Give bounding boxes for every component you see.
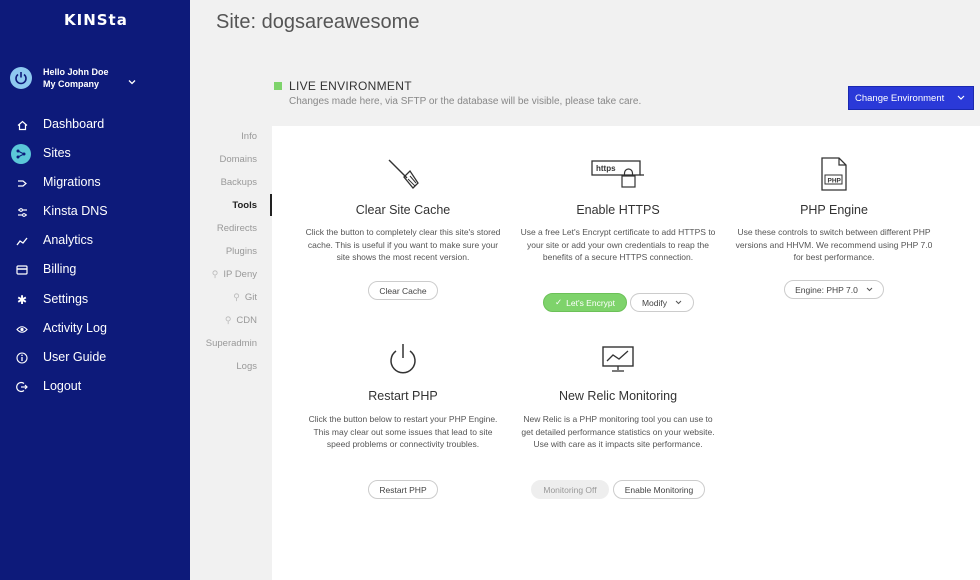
sidebar-item-dashboard[interactable]: Dashboard	[0, 114, 190, 136]
wrench-icon: ⚲	[211, 269, 219, 279]
tool-title: PHP Engine	[800, 203, 868, 217]
modify-label: Modify	[641, 297, 668, 308]
dns-icon	[15, 205, 29, 219]
wrench-icon: ⚲	[233, 292, 240, 302]
subnav-item-redirects[interactable]: Redirects	[217, 223, 257, 234]
analytics-icon	[15, 234, 29, 248]
subnav-item-plugins[interactable]: Plugins	[226, 246, 257, 257]
monitoring-off-button[interactable]: Monitoring Off	[531, 480, 609, 499]
sidebar-item-analytics[interactable]: Analytics	[0, 230, 190, 252]
subnav-item-tools[interactable]: Tools	[232, 200, 257, 211]
sidebar-item-label: Analytics	[43, 233, 94, 247]
tool-description: Use a free Let's Encrypt certificate to …	[520, 227, 716, 262]
gear-icon: ✱	[16, 293, 28, 307]
subnav-item-label: IP Deny	[223, 269, 257, 280]
live-status-indicator	[274, 82, 282, 90]
https-icon-text: https	[596, 164, 616, 173]
power-avatar-icon	[10, 67, 32, 89]
sidebar-item-label: Dashboard	[43, 117, 105, 131]
wrench-icon: ⚲	[224, 315, 232, 325]
tool-title: Enable HTTPS	[576, 203, 660, 217]
tool-title: New Relic Monitoring	[558, 389, 678, 403]
user-menu[interactable]: Hello John Doe My Company	[10, 66, 180, 92]
tools-panel: Clear Site Cache Click the button to com…	[272, 126, 980, 580]
subnav-item-backups[interactable]: Backups	[221, 177, 257, 188]
info-icon	[15, 351, 29, 365]
sidebar: KINSta Hello John Doe My Company Dashboa…	[0, 0, 190, 580]
subnav-item-cdn[interactable]: ⚲ CDN	[225, 315, 257, 326]
migrations-icon	[15, 176, 29, 190]
checkmark-icon: ✓	[555, 297, 563, 307]
sidebar-item-activity-log[interactable]: Activity Log	[0, 318, 190, 340]
change-environment-label: Change Environment	[855, 93, 945, 104]
sidebar-item-logout[interactable]: Logout	[0, 376, 190, 398]
chevron-down-icon	[866, 287, 873, 292]
chevron-down-icon	[675, 300, 682, 305]
tool-description: New Relic is a PHP monitoring tool you c…	[521, 414, 715, 449]
sites-icon	[11, 144, 31, 164]
subnav-item-logs[interactable]: Logs	[236, 361, 257, 372]
sidebar-item-label: Kinsta DNS	[43, 204, 108, 218]
tool-title: Clear Site Cache	[355, 203, 451, 217]
sidebar-item-label: Settings	[43, 292, 89, 306]
user-name: Hello John Doe	[43, 67, 109, 77]
sidebar-item-label: Logout	[43, 379, 82, 393]
subnav-item-superadmin[interactable]: Superadmin	[206, 338, 257, 349]
home-icon	[15, 118, 29, 132]
tool-description: Use these controls to switch between dif…	[735, 227, 933, 262]
restart-php-button[interactable]: Restart PHP	[368, 480, 438, 499]
php-engine-select[interactable]: Engine: PHP 7.0	[784, 280, 884, 299]
page-title: Site: dogsareawesome	[216, 11, 420, 33]
broom-icon	[303, 157, 503, 197]
subnav-item-ip-deny[interactable]: ⚲ IP Deny	[212, 269, 257, 280]
environment-title: LIVE ENVIRONMENT	[289, 79, 412, 93]
kinsta-logo[interactable]: KINSta	[64, 11, 128, 29]
enable-monitoring-button[interactable]: Enable Monitoring	[613, 480, 705, 499]
php-icon-text: PHP	[828, 178, 842, 185]
clear-cache-button[interactable]: Clear Cache	[368, 281, 438, 300]
user-company: My Company	[43, 79, 100, 89]
sidebar-item-migrations[interactable]: Migrations	[0, 172, 190, 194]
change-environment-button[interactable]: Change Environment	[848, 86, 974, 110]
sidebar-item-label: Migrations	[43, 175, 101, 189]
monitor-chart-icon	[518, 345, 718, 385]
tool-title: Restart PHP	[368, 389, 438, 403]
sidebar-item-label: Activity Log	[43, 321, 107, 335]
lets-encrypt-button[interactable]: ✓ Let's Encrypt	[543, 293, 627, 312]
subnav-item-git[interactable]: ⚲ Git	[233, 292, 257, 303]
subnav-item-domains[interactable]: Domains	[220, 154, 258, 165]
power-icon	[303, 343, 503, 383]
chevron-down-icon[interactable]	[128, 78, 136, 86]
php-engine-value: Engine: PHP 7.0	[795, 284, 858, 295]
environment-description: Changes made here, via SFTP or the datab…	[289, 96, 642, 107]
modify-https-button[interactable]: Modify	[630, 293, 694, 312]
eye-icon	[15, 322, 29, 336]
sidebar-item-user-guide[interactable]: User Guide	[0, 347, 190, 369]
sidebar-item-kinsta-dns[interactable]: Kinsta DNS	[0, 201, 190, 223]
tool-description: Click the button below to restart your P…	[308, 414, 498, 449]
subnav-item-label: Git	[244, 292, 257, 303]
sidebar-item-settings[interactable]: ✱ Settings	[0, 289, 190, 311]
sidebar-item-billing[interactable]: Billing	[0, 259, 190, 281]
billing-icon	[15, 263, 29, 277]
logout-icon	[15, 380, 29, 394]
tool-description: Click the button to completely clear thi…	[305, 227, 501, 262]
sidebar-item-label: Sites	[43, 146, 71, 160]
sidebar-item-label: User Guide	[43, 350, 107, 364]
sidebar-item-label: Billing	[43, 262, 77, 276]
chevron-down-icon	[957, 95, 965, 100]
lets-encrypt-label: Let's Encrypt	[566, 297, 615, 308]
sidebar-item-sites[interactable]: Sites	[0, 143, 190, 165]
subnav-item-info[interactable]: Info	[241, 131, 257, 142]
subnav-item-label: CDN	[236, 315, 257, 326]
php-file-icon: PHP	[734, 157, 934, 197]
https-lock-icon: https	[518, 159, 718, 199]
